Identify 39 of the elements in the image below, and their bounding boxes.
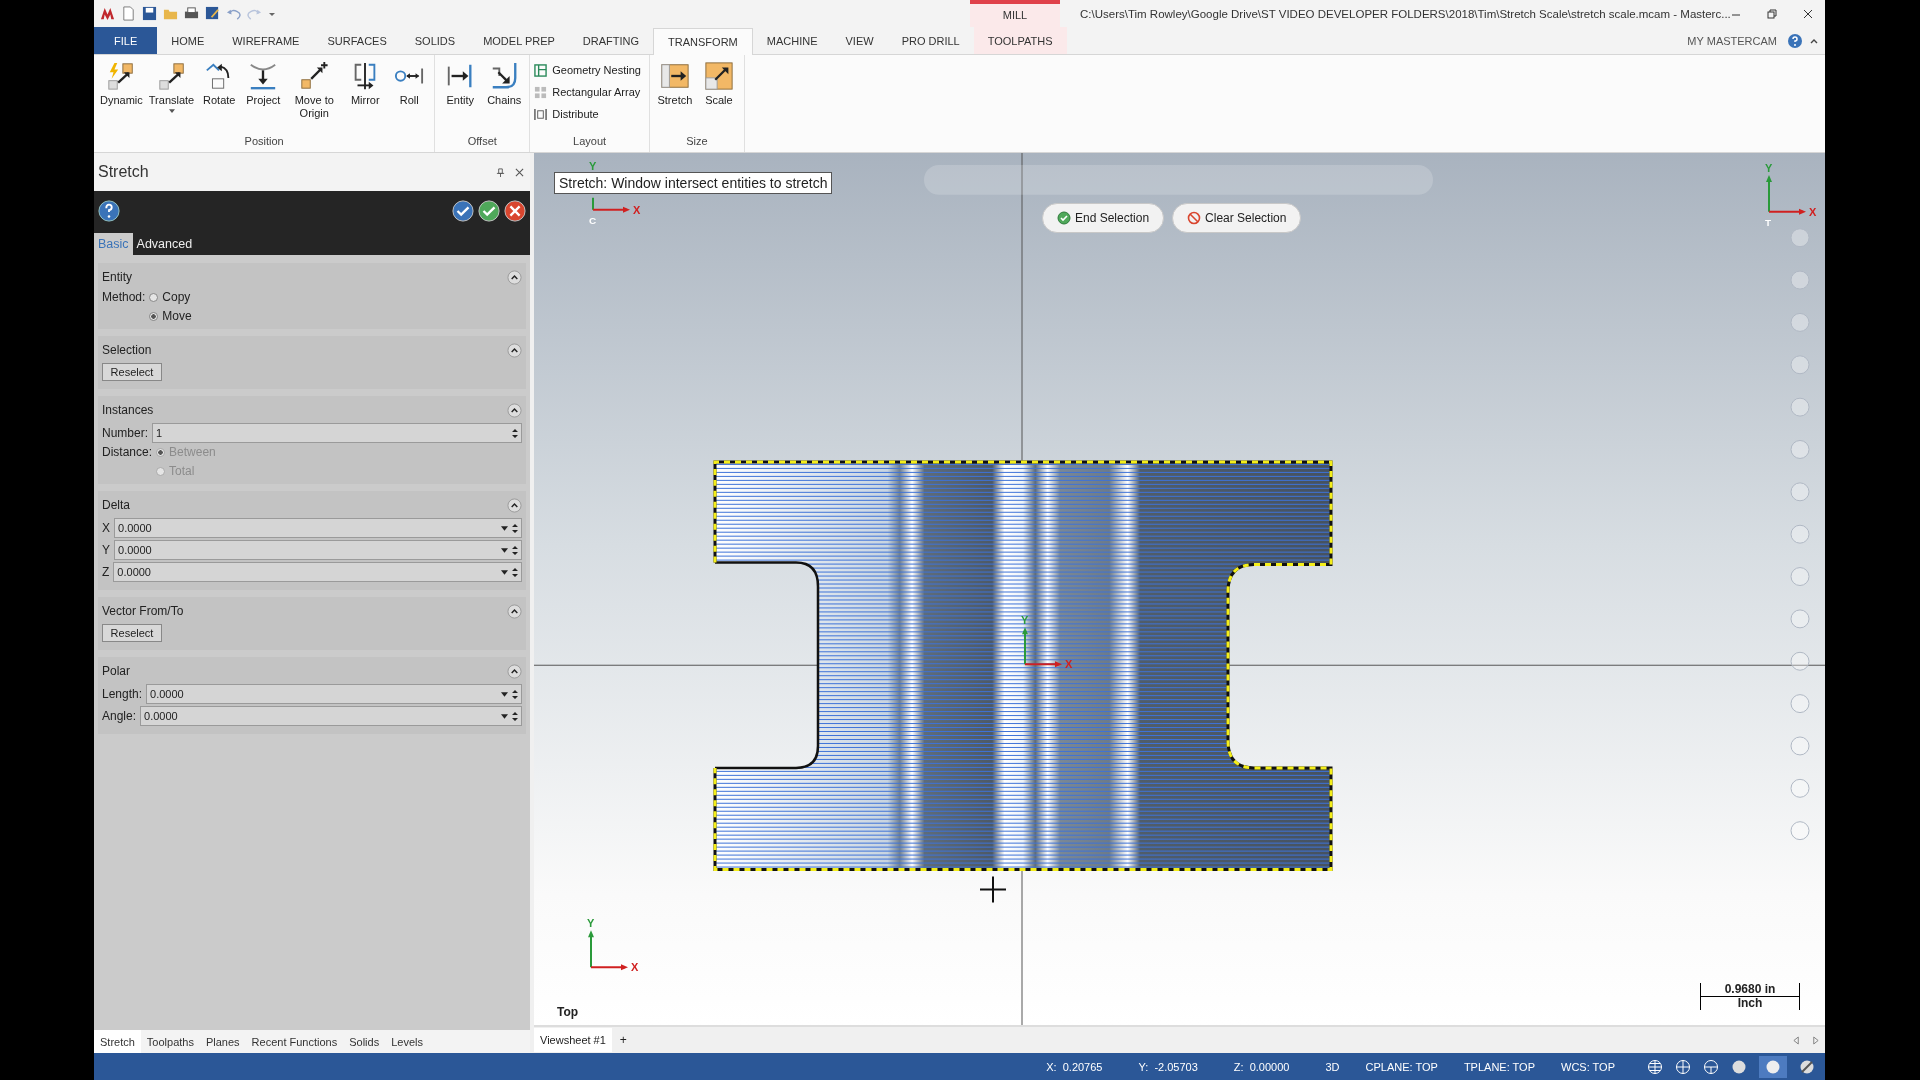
section-title: Instances xyxy=(102,403,154,417)
ribbon-group-label: Position xyxy=(243,134,285,149)
section-title: Delta xyxy=(102,498,130,512)
prompt-label: Stretch: Window intersect entities to stretch xyxy=(554,172,833,194)
coordinate-readout: Y: -2.05703 xyxy=(1138,1060,1198,1073)
field-label: Y xyxy=(102,543,110,557)
axis-label: Y xyxy=(1765,161,1773,174)
plane-label: T xyxy=(1765,216,1772,228)
field-label: Angle: xyxy=(102,709,137,723)
ribbon-group-label: Size xyxy=(685,134,709,149)
ribbon-group-label: Layout xyxy=(572,134,608,149)
field-label: X xyxy=(102,521,110,535)
window-title: C:\Users\Tim Rowley\Google Drive\ST VIDEO DEVELOPER FOLDERS\2018\Tim\Stretch Scale\stretch scale.mcam - Masterc... xyxy=(1079,7,1731,20)
axis-label: Y xyxy=(589,159,597,172)
section-title: Selection xyxy=(102,343,152,357)
field-label: Z xyxy=(102,565,110,579)
panel-title: Stretch xyxy=(98,163,150,181)
axis-label: X xyxy=(1065,658,1073,671)
field-label: Distance: xyxy=(102,445,153,459)
radio-label: Move xyxy=(162,309,192,323)
radio-label: Copy xyxy=(162,290,191,304)
coordinate-readout: X: 0.20765 xyxy=(1046,1060,1103,1073)
field-label: Number: xyxy=(102,426,148,440)
axis-label: Y xyxy=(1021,614,1029,627)
plane-label: C xyxy=(589,214,597,226)
coordinate-readout: Z: 0.00000 xyxy=(1233,1060,1290,1073)
context-tab-label: MILL xyxy=(970,0,1060,27)
section-title: Vector From/To xyxy=(102,604,184,618)
axis-label: X xyxy=(633,203,641,216)
field-label: Method: xyxy=(102,290,146,304)
ribbon-group-label: Offset xyxy=(466,134,498,149)
section-title: Polar xyxy=(102,664,130,678)
axis-label: Y xyxy=(587,917,595,930)
scale-bar: 0.9680 in Inch xyxy=(1700,983,1800,1010)
axis-label: X xyxy=(1809,205,1817,218)
view-name-label: Top xyxy=(557,1005,579,1019)
axis-label: X xyxy=(631,961,639,974)
field-label: Length: xyxy=(102,687,143,701)
section-title: Entity xyxy=(102,270,132,284)
